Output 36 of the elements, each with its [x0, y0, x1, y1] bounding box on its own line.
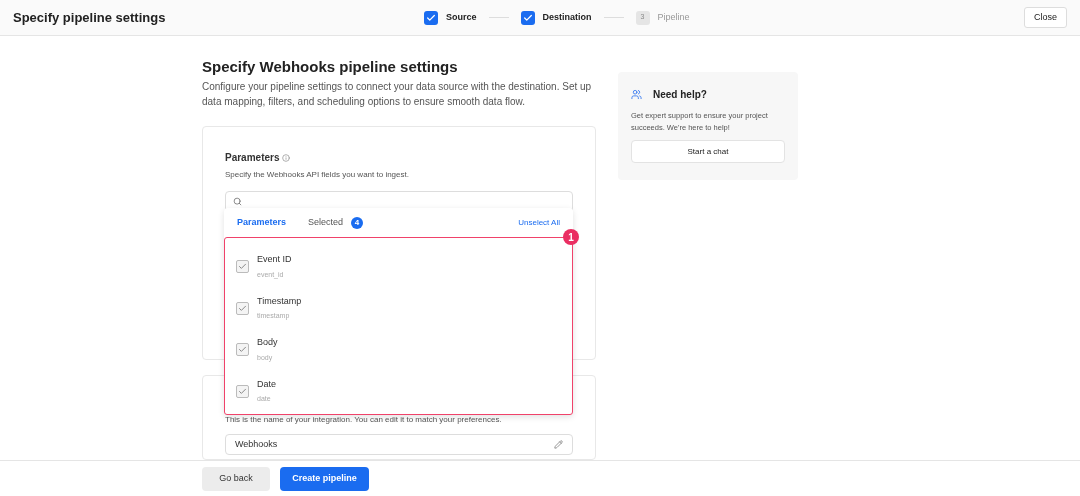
- checkbox[interactable]: [236, 260, 249, 274]
- name-hint: This is the name of your integration. You can edit it to match your preferences.: [225, 414, 503, 426]
- create-pipeline-button[interactable]: Create pipeline: [280, 466, 369, 491]
- parameter-name: Timestamp: [257, 294, 302, 308]
- dropdown-tab[interactable]: Selected 4: [308, 215, 364, 230]
- check-icon: [238, 386, 247, 396]
- step-label: Destination: [542, 10, 592, 24]
- check-icon: [238, 262, 247, 272]
- parameters-hint: Specify the Webhooks API fields you want to ingest.: [225, 169, 410, 181]
- count-badge: 4: [351, 216, 364, 229]
- close-button[interactable]: Close: [1024, 7, 1067, 28]
- go-back-button[interactable]: Go back: [202, 466, 270, 491]
- page-description: Configure your pipeline settings to connect your data source with the destination. Set up data mapping, filters, and scheduling options to ensure smooth data flow.: [202, 80, 593, 109]
- parameter-name: Date: [257, 377, 276, 391]
- start-chat-button[interactable]: Start a chat: [631, 140, 785, 163]
- checkbox[interactable]: [236, 343, 249, 357]
- step-label: Source: [446, 10, 477, 24]
- checkbox[interactable]: [236, 384, 249, 398]
- check-icon: [238, 303, 247, 313]
- pencil-icon: [554, 440, 563, 449]
- checkbox[interactable]: [236, 301, 249, 315]
- people-icon: [631, 89, 642, 100]
- help-title: Need help?: [653, 88, 707, 102]
- step-label: Pipeline: [657, 10, 690, 24]
- unselect-all-link[interactable]: Unselect All: [518, 216, 560, 229]
- parameters-label: Parameters: [225, 151, 280, 165]
- name-field[interactable]: Webhooks: [225, 434, 573, 455]
- info-icon: [282, 153, 291, 162]
- annotation-badge: 1: [563, 229, 579, 245]
- check-icon: [238, 345, 247, 355]
- parameter-name: Event ID: [257, 253, 292, 267]
- search-icon: [233, 197, 242, 206]
- window-title: Specify pipeline settings: [13, 8, 167, 27]
- dropdown-tab[interactable]: Parameters: [237, 215, 287, 230]
- page-title: Specify Webhooks pipeline settings: [202, 58, 459, 76]
- parameter-name: Body: [257, 336, 278, 350]
